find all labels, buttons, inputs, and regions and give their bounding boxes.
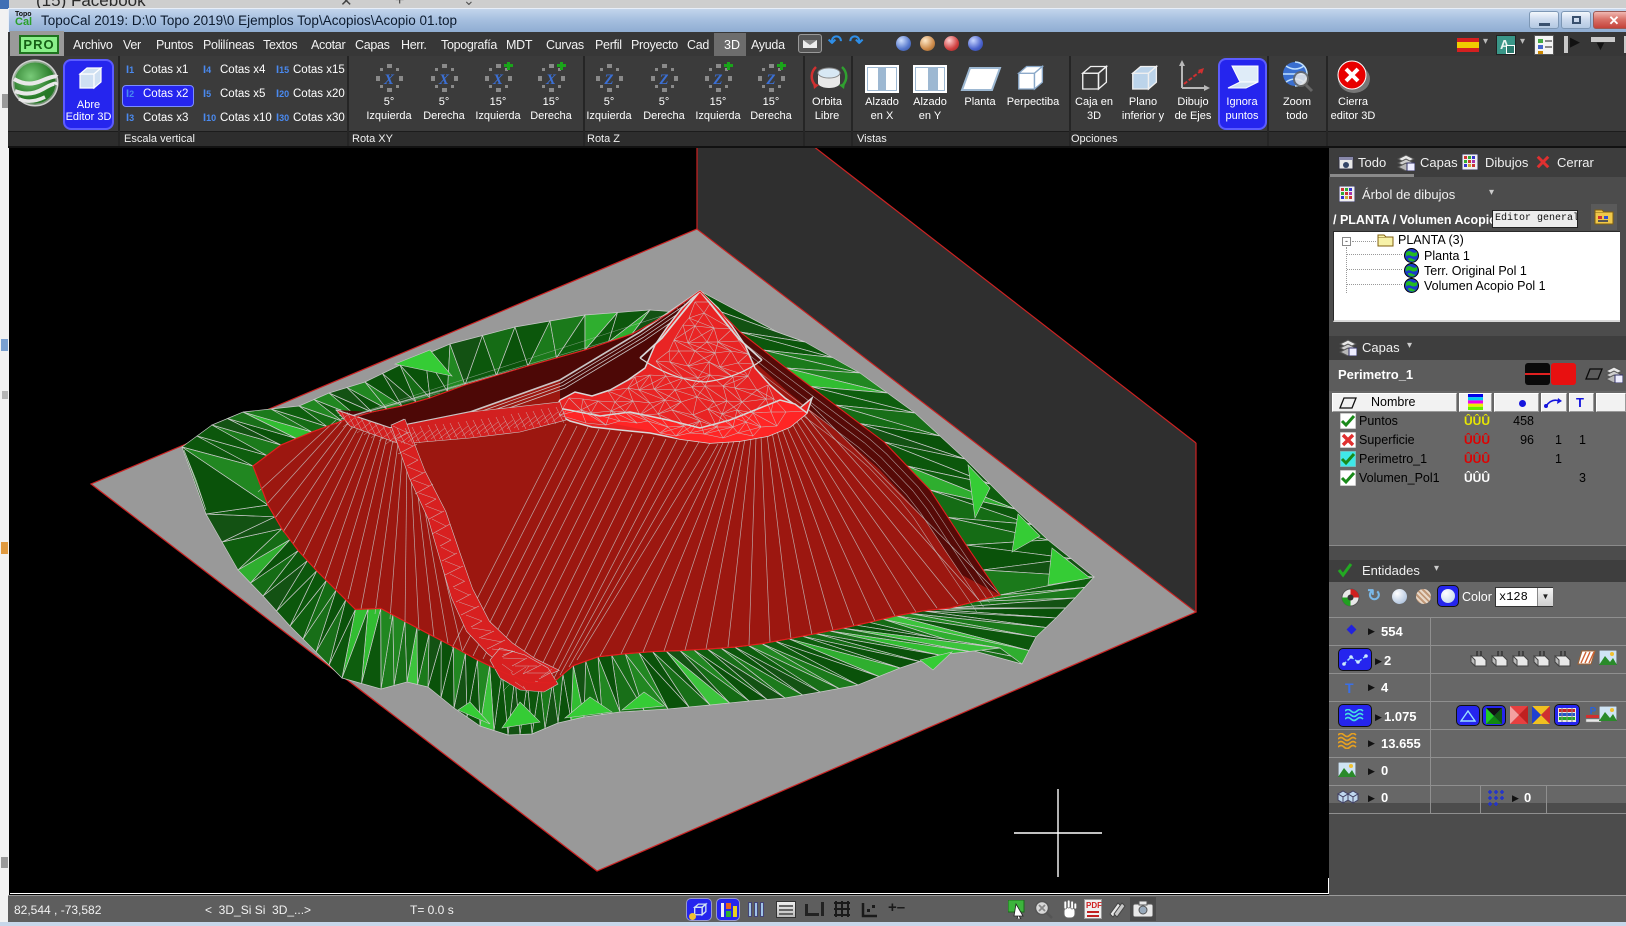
svg-text:X: X: [438, 72, 450, 88]
svg-text:X: X: [545, 72, 557, 88]
svg-text:Z: Z: [712, 72, 722, 88]
svg-text:Z: Z: [765, 72, 775, 88]
svg-text:X: X: [383, 72, 395, 88]
svg-text:Z: Z: [658, 72, 668, 88]
svg-text:Z: Z: [603, 72, 613, 88]
svg-text:X: X: [492, 72, 504, 88]
